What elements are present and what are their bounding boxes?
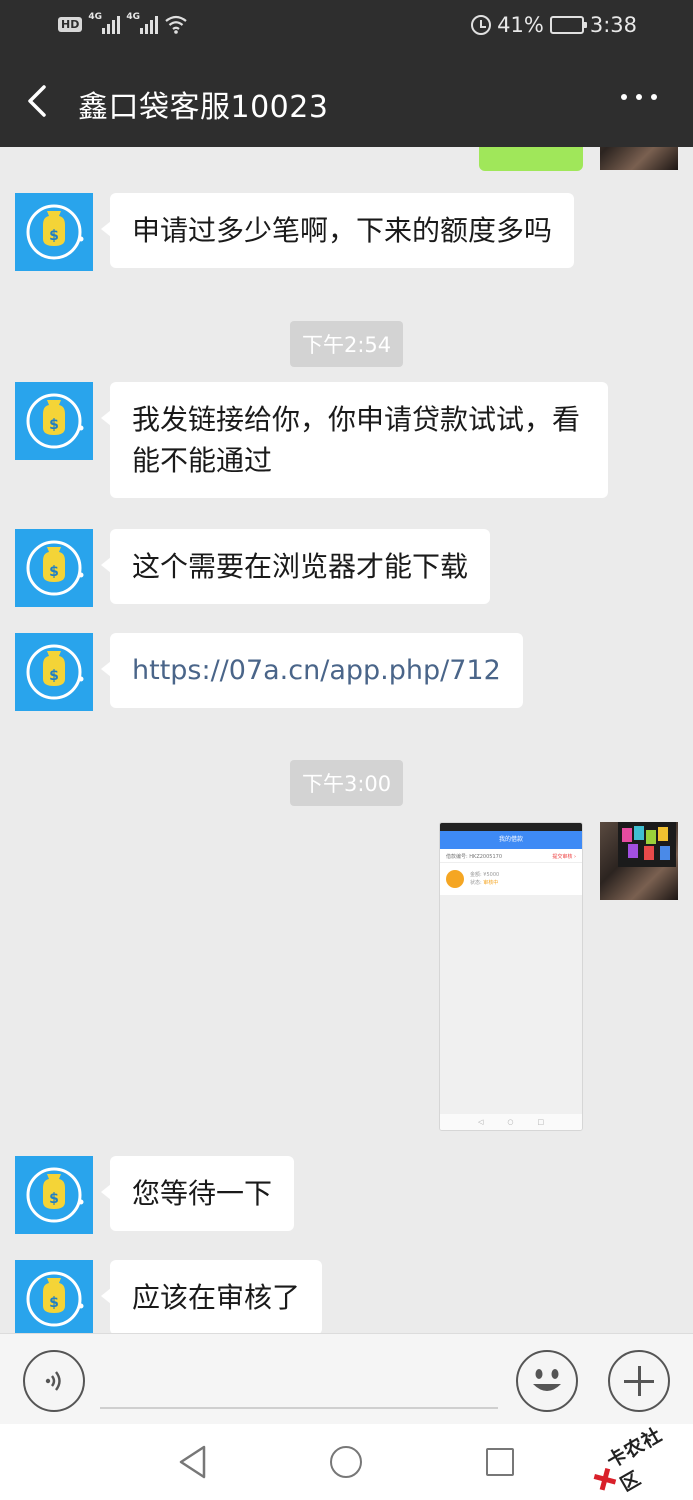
message-text: 申请过多少笔啊，下来的额度多吗 [132,214,553,247]
system-nav-bar: 卡农社区 [0,1424,693,1500]
agent-message-bubble[interactable]: 这个需要在浏览器才能下载 [100,529,491,604]
money-bag-icon: $ [26,1167,84,1223]
agent-message-bubble[interactable]: 您等待一下 [100,1156,295,1231]
agent-avatar[interactable]: $ [15,193,93,271]
agent-avatar[interactable]: $ [15,529,93,607]
status-right: 41% 3:38 [471,13,637,37]
timestamp-divider: 下午3:00 [290,760,404,806]
money-bag-icon: $ [26,393,84,449]
agent-message-bubble[interactable]: 我发链接给你，你申请贷款试试，看能不能通过 [101,382,608,498]
agent-link-bubble[interactable]: https://07a.cn/app.php/712 [101,633,523,708]
agent-avatar[interactable]: $ [15,1260,93,1333]
back-arrow-icon[interactable] [22,84,56,118]
more-menu-icon[interactable] [621,94,657,100]
message-text: 您等待一下 [132,1177,273,1210]
money-bag-icon: $ [26,204,84,260]
chat-area[interactable]: $ 申请过多少笔啊，下来的额度多吗 下午2:54 $ 我发链接给你，你申请贷款试… [0,147,693,1333]
svg-text:$: $ [49,417,59,433]
svg-text:$: $ [49,668,59,684]
message-link[interactable]: https://07a.cn/app.php/712 [132,655,501,686]
agent-message-bubble[interactable]: 应该在审核了 [100,1260,323,1333]
battery-icon [549,16,587,34]
status-left: HD 4G 4G [58,12,188,34]
hd-badge: HD [58,16,83,32]
network-type-label: 4G [88,12,102,22]
agent-avatar[interactable]: $ [15,382,93,460]
svg-text:$: $ [49,228,59,244]
agent-avatar[interactable]: $ [15,633,93,711]
clock: 3:38 [589,13,637,37]
voice-icon [45,1371,61,1391]
timestamp-divider: 下午2:54 [290,321,404,367]
emoji-button[interactable] [516,1350,578,1412]
agent-message-bubble[interactable]: 申请过多少笔啊，下来的额度多吗 [100,193,575,268]
input-bar [0,1333,693,1424]
self-message-bubble[interactable] [479,147,583,171]
nav-recents-icon[interactable] [486,1448,514,1476]
money-bag-icon: $ [26,540,84,596]
money-bag-icon: $ [26,644,84,700]
wifi-icon [165,15,188,34]
sent-image-thumbnail[interactable]: 我的借款 借款编号: HKZ2005170 提交审核 › 金额: ¥5000 状态:… [439,822,583,1131]
message-text: 这个需要在浏览器才能下载 [132,550,469,583]
status-bar: HD 4G 4G 41% 3:38 [0,0,693,56]
message-text: 我发链接给你，你申请贷款试试，看能不能通过 [132,403,581,477]
signal-icon: 4G [88,12,121,34]
more-functions-button[interactable] [608,1350,670,1412]
smiley-icon [533,1369,561,1391]
chat-title: 鑫口袋客服10023 [78,90,329,125]
alarm-icon [471,15,492,35]
svg-text:$: $ [49,564,59,580]
svg-text:$: $ [49,1191,59,1207]
message-input[interactable] [100,1407,498,1409]
agent-avatar[interactable]: $ [15,1156,93,1234]
svg-text:$: $ [49,1295,59,1311]
message-text: 应该在审核了 [132,1281,301,1314]
nav-back-icon[interactable] [176,1444,210,1480]
nav-home-icon[interactable] [330,1446,362,1478]
network-type-label-2: 4G [126,12,140,22]
self-avatar[interactable] [600,822,678,900]
watermark: 卡农社区 [584,1412,693,1500]
self-avatar[interactable] [600,147,678,170]
money-bag-icon: $ [26,1271,84,1327]
signal-icon-2: 4G [126,12,159,34]
title-bar: 鑫口袋客服10023 [0,56,693,147]
voice-input-button[interactable] [23,1350,85,1412]
battery-percent: 41% [497,13,544,37]
